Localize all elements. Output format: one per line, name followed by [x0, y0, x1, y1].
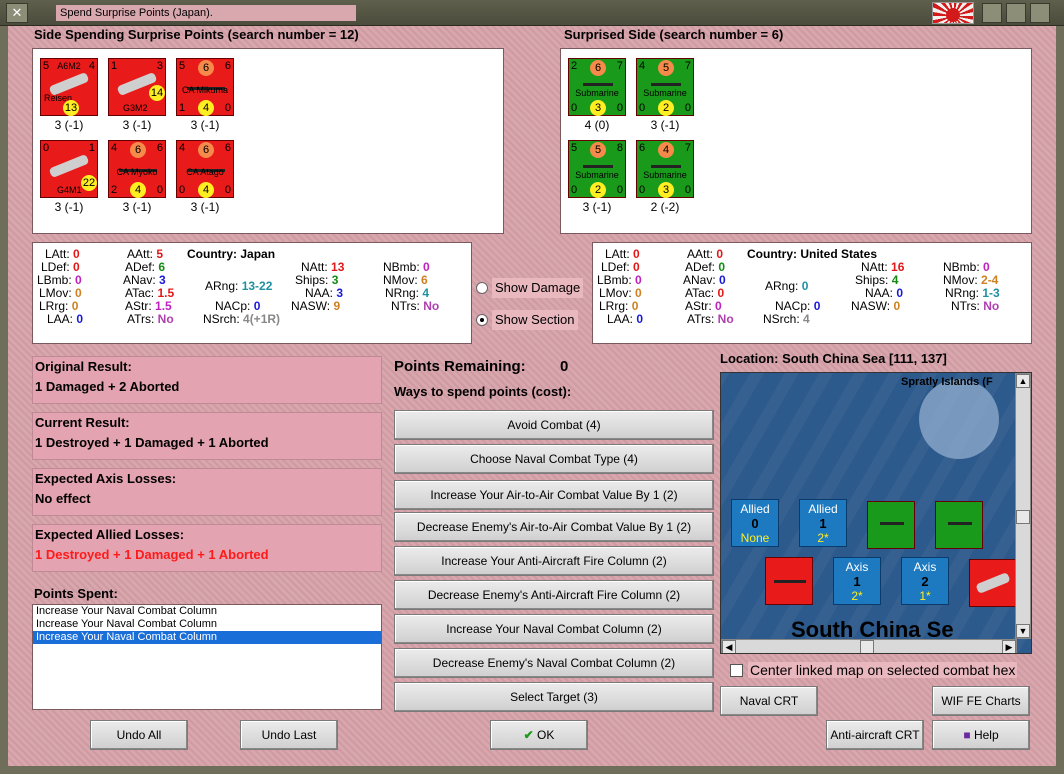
unit-counter[interactable]: 6 7 4 Submarine 0 0 3: [636, 140, 694, 198]
unit-counter[interactable]: 5 8 5 Submarine 0 0 2: [568, 140, 626, 198]
islands-label: Spratly Islands (F: [901, 376, 993, 388]
map-submarine-counter[interactable]: [867, 501, 915, 549]
aircraft-icon: [975, 571, 1011, 595]
unit-value: 3 (-1): [650, 118, 680, 132]
combat-map[interactable]: Spratly Islands (F South China Se Allied…: [720, 372, 1032, 654]
decrease-enemy-aa-column-button[interactable]: Decrease Enemy's Anti-Aircraft Fire Colu…: [394, 580, 714, 610]
naval-crt-button[interactable]: Naval CRT: [720, 686, 818, 716]
allied-box-1[interactable]: Allied 1 2*: [799, 499, 847, 547]
map-horizontal-scrollbar[interactable]: ◀ ▶: [721, 639, 1017, 653]
unit-counter[interactable]: 4 7 5 Submarine 0 0 2: [636, 58, 694, 116]
submarine-icon: [880, 522, 904, 525]
restore-icon[interactable]: [1030, 3, 1050, 23]
checkmark-icon: ✔: [523, 728, 534, 742]
choose-naval-combat-type-button[interactable]: Choose Naval Combat Type (4): [394, 444, 714, 474]
points-spent-label: Points Spent:: [34, 586, 118, 601]
title-bar: ✕ Spend Surprise Points (Japan).: [0, 0, 1064, 26]
help-button[interactable]: ■ Help: [932, 720, 1030, 750]
submarine-icon: [948, 522, 972, 525]
select-target-button[interactable]: Select Target (3): [394, 682, 714, 712]
map-ship-counter[interactable]: [765, 557, 813, 605]
aircraft-icon: [48, 153, 90, 179]
unit-value: 4 (0): [584, 118, 610, 132]
submarine-icon: [583, 83, 613, 86]
scroll-right-icon[interactable]: ▶: [1002, 640, 1016, 653]
list-item[interactable]: Increase Your Naval Combat Column: [33, 618, 381, 631]
unit-value: 3 (-1): [122, 200, 152, 214]
unit-value: 3 (-1): [582, 200, 612, 214]
japan-flag-icon: [932, 2, 974, 24]
unit-counter[interactable]: 5 6 6 CA Mikuma 1 0 4: [176, 58, 234, 116]
spending-units-panel: [32, 48, 504, 234]
original-result: Original Result: 1 Damaged + 2 Aborted: [32, 356, 382, 404]
avoid-combat-button[interactable]: Avoid Combat (4): [394, 410, 714, 440]
unit-counter[interactable]: 5 4 A6M2 Reisen 13: [40, 58, 98, 116]
unit-value: 3 (-1): [190, 118, 220, 132]
unit-counter[interactable]: 4 6 6 CA Atago 0 0 4: [176, 140, 234, 198]
window-title: Spend Surprise Points (Japan).: [56, 5, 356, 21]
unit-counter[interactable]: 0 1 G4M1 22: [40, 140, 98, 198]
aa-crt-button[interactable]: Anti-aircraft CRT: [826, 720, 924, 750]
unit-counter[interactable]: 2 7 6 Submarine 0 0 3: [568, 58, 626, 116]
unit-counter[interactable]: 1 3 G3M2 14: [108, 58, 166, 116]
spending-heading: Side Spending Surprise Points (search nu…: [34, 27, 359, 42]
map-submarine-counter[interactable]: [935, 501, 983, 549]
decrease-enemy-air-to-air-button[interactable]: Decrease Enemy's Air-to-Air Combat Value…: [394, 512, 714, 542]
scroll-up-icon[interactable]: ▲: [1016, 374, 1030, 388]
scroll-thumb[interactable]: [860, 640, 874, 653]
surprised-units-panel: [560, 48, 1032, 234]
unit-value: 2 (-2): [650, 200, 680, 214]
points-remaining-value: 0: [560, 358, 569, 375]
increase-naval-column-button[interactable]: Increase Your Naval Combat Column (2): [394, 614, 714, 644]
minimize-icon[interactable]: [982, 3, 1002, 23]
undo-last-button[interactable]: Undo Last: [240, 720, 338, 750]
increase-air-to-air-button[interactable]: Increase Your Air-to-Air Combat Value By…: [394, 480, 714, 510]
surprised-heading: Surprised Side (search number = 6): [564, 27, 784, 42]
us-stats-panel: LAtt: 0 LDef: 0 LBmb: 0 LMov: 0 LRrg: 0 …: [592, 242, 1032, 344]
unit-value: 3 (-1): [122, 118, 152, 132]
ways-label: Ways to spend points (cost):: [394, 384, 572, 399]
scroll-left-icon[interactable]: ◀: [722, 640, 736, 653]
map-vertical-scrollbar[interactable]: ▲ ▼: [1015, 373, 1031, 639]
wif-charts-button[interactable]: WIF FE Charts: [932, 686, 1030, 716]
decrease-enemy-naval-column-button[interactable]: Decrease Enemy's Naval Combat Column (2): [394, 648, 714, 678]
maximize-icon[interactable]: [1006, 3, 1026, 23]
axis-box-2[interactable]: Axis 2 1*: [901, 557, 949, 605]
increase-aa-column-button[interactable]: Increase Your Anti-Aircraft Fire Column …: [394, 546, 714, 576]
scroll-thumb[interactable]: [1016, 510, 1030, 524]
close-icon[interactable]: ✕: [6, 3, 28, 23]
undo-all-button[interactable]: Undo All: [90, 720, 188, 750]
unit-counter[interactable]: 4 6 6 CA Myoko 2 0 4: [108, 140, 166, 198]
unit-value: 3 (-1): [54, 200, 84, 214]
map-aircraft-counter[interactable]: [969, 559, 1017, 607]
current-result: Current Result: 1 Destroyed + 1 Damaged …: [32, 412, 382, 460]
axis-box-1[interactable]: Axis 1 2*: [833, 557, 881, 605]
allied-box-0[interactable]: Allied 0 None: [731, 499, 779, 547]
submarine-icon: [583, 165, 613, 168]
submarine-icon: [651, 83, 681, 86]
center-map-label: Center linked map on selected combat hex: [748, 662, 1018, 678]
ship-icon: [774, 580, 806, 583]
expected-allied-losses: Expected Allied Losses: 1 Destroyed + 1 …: [32, 524, 382, 572]
unit-value: 3 (-1): [190, 200, 220, 214]
unit-value: 3 (-1): [54, 118, 84, 132]
ok-button[interactable]: ✔ OK: [490, 720, 588, 750]
expected-axis-losses: Expected Axis Losses: No effect: [32, 468, 382, 516]
submarine-icon: [651, 165, 681, 168]
points-spent-list[interactable]: Increase Your Naval Combat Column Increa…: [32, 604, 382, 710]
help-book-icon: ■: [963, 728, 971, 742]
location-label: Location: South China Sea [111, 137]: [720, 351, 947, 366]
japan-stats-panel: LAtt: 0 LDef: 0 LBmb: 0 LMov: 0 LRrg: 0 …: [32, 242, 472, 344]
points-remaining-label: Points Remaining:: [394, 358, 526, 375]
scroll-down-icon[interactable]: ▼: [1016, 624, 1030, 638]
list-item[interactable]: Increase Your Naval Combat Column: [33, 605, 381, 618]
center-map-checkbox[interactable]: [730, 664, 743, 677]
islands-shoal: [919, 379, 999, 459]
list-item[interactable]: Increase Your Naval Combat Column: [33, 631, 381, 644]
